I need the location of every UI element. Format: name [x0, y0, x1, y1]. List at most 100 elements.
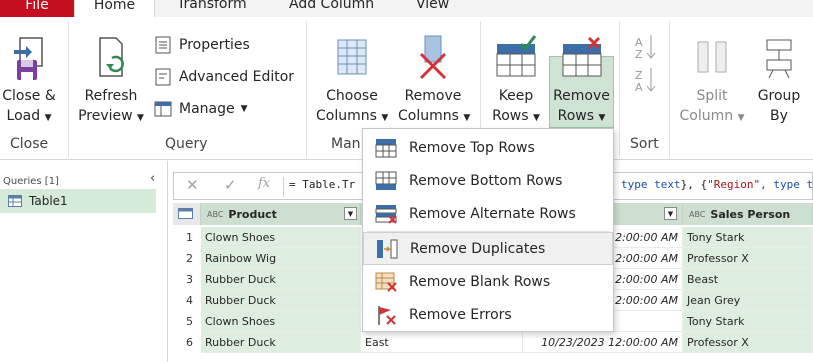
properties-icon [155, 36, 171, 54]
keep-rows-icon [496, 35, 537, 77]
split-column-button[interactable]: Split Column ▼ [675, 34, 749, 128]
column-header-sales-person[interactable]: ABC Sales Person [683, 203, 813, 225]
remove-rows-icon [562, 36, 601, 77]
keep-rows-label-1: Keep [498, 88, 534, 104]
column-header-label: Sales Person [710, 207, 791, 221]
menu-item-remove-bottom-rows[interactable]: Remove Bottom Rows [363, 164, 613, 197]
remove-columns-button[interactable]: Remove Columns ▼ [398, 34, 471, 128]
close-load-label-1: Close & [2, 88, 56, 104]
fx-icon[interactable]: fx [258, 176, 270, 191]
column-header-product[interactable]: ABC Product ▼ [201, 203, 361, 225]
cell-sales-person[interactable]: Professor X [683, 248, 813, 269]
manage-icon [154, 101, 172, 117]
row-number: 4 [173, 290, 201, 311]
advanced-editor-icon [155, 68, 171, 86]
cancel-formula-icon[interactable]: ✕ [186, 176, 199, 194]
remove-rows-label-2: Rows ▼ [557, 108, 606, 124]
group-label-sort: Sort [630, 136, 659, 152]
keep-rows-label-2: Rows ▼ [492, 108, 540, 124]
remove-top-rows-icon [363, 131, 409, 164]
text-type-icon: ABC [207, 209, 224, 219]
text-type-icon: ABC [689, 209, 706, 219]
keep-rows-button[interactable]: Keep Rows ▼ [485, 34, 547, 128]
menu-item-label: Remove Duplicates [410, 240, 546, 257]
menu-item-remove-errors[interactable]: Remove Errors [363, 298, 613, 331]
refresh-preview-label-1: Refresh [84, 88, 138, 104]
properties-label: Properties [179, 37, 250, 53]
group-divider [669, 21, 670, 157]
cell-product[interactable]: Rubber Duck [201, 269, 361, 290]
cell-product[interactable]: Rainbow Wig [201, 248, 361, 269]
group-by-label-1: Group [757, 88, 801, 104]
close-load-label-2: Load ▼ [6, 108, 52, 124]
cell-sales-person[interactable]: Beast [683, 269, 813, 290]
group-by-label-2: By [770, 108, 788, 124]
menu-item-label: Remove Top Rows [409, 139, 535, 156]
advanced-editor-label: Advanced Editor [179, 69, 295, 85]
formula-divider [283, 177, 284, 197]
tab-view[interactable]: View [416, 0, 449, 12]
cell-product[interactable]: Clown Shoes [201, 311, 361, 332]
table-row[interactable]: 6 Rubber Duck East 10/23/2023 12:00:00 A… [173, 332, 813, 353]
cell-sales-person[interactable]: Jean Grey [683, 290, 813, 311]
menu-item-remove-top-rows[interactable]: Remove Top Rows [363, 131, 613, 164]
cell-region[interactable]: East [361, 332, 523, 353]
filter-dropdown-icon[interactable]: ▼ [344, 207, 357, 220]
manage-label: Manage [179, 101, 235, 117]
choose-columns-button[interactable]: Choose Columns ▼ [316, 34, 388, 128]
menu-item-label: Remove Errors [409, 306, 512, 323]
refresh-preview-label-2: Preview ▼ [78, 108, 144, 124]
properties-button[interactable]: Properties [153, 35, 250, 55]
remove-alternate-rows-icon [363, 197, 409, 230]
ribbon-tab-bar: File Home Transform Add Column View [0, 0, 813, 21]
query-item-table1[interactable]: Table1 [0, 189, 156, 213]
collapse-pane-icon[interactable]: ‹ [150, 171, 155, 186]
manage-button[interactable]: Manage ▼ [153, 99, 248, 119]
cell-date[interactable]: 10/23/2023 12:00:00 AM [523, 332, 683, 353]
svg-text:A: A [635, 81, 643, 94]
svg-text:Z: Z [635, 48, 643, 61]
advanced-editor-button[interactable]: Advanced Editor [153, 67, 294, 87]
query-item-label: Table1 [29, 194, 68, 208]
group-by-button[interactable]: Group By [750, 34, 808, 126]
sort-ascending-icon[interactable]: AZ [633, 33, 657, 65]
tab-transform[interactable]: Transform [177, 0, 247, 12]
refresh-preview-button[interactable]: Refresh Preview ▼ [76, 34, 146, 128]
remove-columns-label-2: Columns ▼ [398, 108, 471, 124]
split-column-label-2: Column ▼ [679, 108, 745, 124]
menu-item-label: Remove Bottom Rows [409, 172, 563, 189]
remove-bottom-rows-icon [363, 164, 409, 197]
formula-text-end[interactable]: type text}, {"Region", type te [621, 178, 813, 191]
cell-product[interactable]: Clown Shoes [201, 227, 361, 248]
sort-descending-icon[interactable]: ZA [633, 66, 657, 98]
column-header-label: Product [228, 207, 277, 221]
cell-sales-person[interactable]: Tony Stark [683, 227, 813, 248]
tab-add-column[interactable]: Add Column [289, 0, 374, 12]
remove-errors-icon [363, 298, 409, 331]
filter-dropdown-icon[interactable]: ▼ [664, 207, 677, 220]
row-number: 1 [173, 227, 201, 248]
menu-item-remove-alternate-rows[interactable]: Remove Alternate Rows [363, 197, 613, 230]
menu-item-label: Remove Alternate Rows [409, 205, 576, 222]
remove-blank-rows-icon [363, 265, 409, 298]
row-number: 5 [173, 311, 201, 332]
choose-columns-icon [337, 39, 367, 75]
cell-sales-person[interactable]: Professor X [683, 332, 813, 353]
menu-item-remove-blank-rows[interactable]: Remove Blank Rows [363, 265, 613, 298]
table-icon [8, 195, 22, 207]
table-menu-icon [178, 208, 193, 219]
close-load-button[interactable]: Close & Load ▼ [0, 34, 58, 128]
group-divider [306, 21, 307, 157]
commit-formula-icon[interactable]: ✓ [224, 176, 237, 194]
cell-product[interactable]: Rubber Duck [201, 332, 361, 353]
remove-rows-label-1: Remove [553, 88, 610, 104]
cell-sales-person[interactable]: Tony Stark [683, 311, 813, 332]
select-all-corner[interactable] [173, 203, 201, 225]
tab-file[interactable]: File [0, 0, 74, 17]
formula-text-start[interactable]: = Table.Tr [289, 178, 355, 191]
menu-item-remove-duplicates[interactable]: Remove Duplicates [363, 232, 613, 265]
group-label-close: Close [10, 136, 49, 152]
remove-rows-button[interactable]: Remove Rows ▼ [549, 34, 614, 128]
queries-pane: Queries [1] ‹ Table1 [0, 161, 168, 362]
cell-product[interactable]: Rubber Duck [201, 290, 361, 311]
